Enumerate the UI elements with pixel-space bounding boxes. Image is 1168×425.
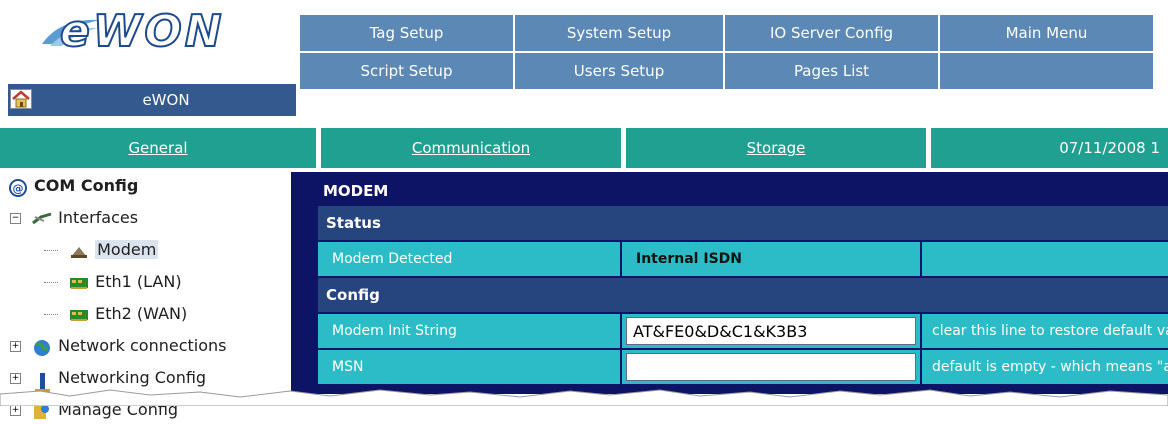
tree-item-eth2[interactable]: Eth2 (WAN) [44, 304, 187, 323]
msn-note: default is empty - which means "al [922, 350, 1168, 384]
tree-item-eth1-label: Eth1 (LAN) [95, 272, 182, 291]
tree-root-label: COM Config [34, 176, 139, 195]
tree-expand-icon[interactable]: + [10, 405, 21, 416]
menu-io-server-config[interactable]: IO Server Config [725, 15, 940, 53]
menu-empty [940, 53, 1155, 91]
tree-item-modem-label: Modem [95, 240, 159, 259]
tree-item-modem[interactable]: Modem [44, 240, 159, 259]
msn-label: MSN [318, 350, 622, 384]
home-label: eWON [142, 91, 190, 109]
modem-panel: MODEM Status Modem Detected Internal ISD… [291, 172, 1168, 394]
ewon-logo: eWON [59, 5, 225, 58]
network-tower-icon [32, 371, 52, 392]
msn-input[interactable] [626, 353, 916, 381]
modem-icon [69, 243, 89, 259]
tab-general[interactable]: General [0, 128, 316, 168]
modem-init-string-input[interactable] [626, 317, 916, 345]
tree-item-interfaces[interactable]: − Interfaces [10, 208, 138, 227]
tab-row: General Communication Storage 07/11/2008… [0, 128, 1168, 168]
tree-item-network-connections-label: Network connections [58, 336, 227, 355]
tree-expand-icon[interactable]: + [10, 341, 21, 352]
init-string-note: clear this line to restore default va [922, 314, 1168, 348]
tree-item-interfaces-label: Interfaces [58, 208, 139, 227]
tab-storage[interactable]: Storage [626, 128, 926, 168]
tree-expand-icon[interactable]: + [10, 373, 21, 384]
panel-title: MODEM [323, 182, 389, 200]
status-heading: Status [318, 206, 1168, 240]
tree-connector [44, 282, 58, 283]
menu-system-setup[interactable]: System Setup [515, 15, 725, 53]
msn-cell [622, 350, 922, 384]
modem-detected-note [922, 242, 1168, 276]
init-string-label: Modem Init String [318, 314, 622, 348]
ethernet-card-icon [69, 307, 89, 323]
tree-item-eth2-label: Eth2 (WAN) [95, 304, 188, 323]
tree-item-networking-config-label: Networking Config [58, 368, 207, 387]
tab-communication[interactable]: Communication [321, 128, 621, 168]
home-bar[interactable]: eWON [8, 84, 296, 116]
torn-edge-decoration [0, 389, 1168, 406]
tree-collapse-icon[interactable]: − [10, 213, 21, 224]
config-heading: Config [318, 278, 1168, 312]
config-tree: @ COM Config − Interfaces Modem Eth1 (LA… [0, 172, 290, 419]
menu-main-menu[interactable]: Main Menu [940, 15, 1155, 53]
modem-detected-value: Internal ISDN [622, 242, 922, 276]
network-cable-icon [32, 211, 52, 227]
tree-connector [44, 250, 58, 251]
tree-connector [44, 314, 58, 315]
menu-tag-setup[interactable]: Tag Setup [300, 15, 515, 53]
tree-item-network-connections[interactable]: + Network connections [10, 336, 227, 356]
init-string-cell [622, 314, 922, 348]
home-icon[interactable] [10, 89, 32, 109]
at-icon: @ [8, 178, 28, 197]
globe-icon [32, 339, 52, 356]
tree-root[interactable]: @ COM Config [8, 176, 139, 197]
menu-pages-list[interactable]: Pages List [725, 53, 940, 91]
modem-detected-label: Modem Detected [318, 242, 622, 276]
tree-item-networking-config[interactable]: + Networking Config [10, 368, 207, 392]
logo-area: eWON [0, 0, 298, 85]
tree-item-eth1[interactable]: Eth1 (LAN) [44, 272, 182, 291]
menu-script-setup[interactable]: Script Setup [300, 53, 515, 91]
date-display: 07/11/2008 1 [931, 128, 1168, 168]
menu-users-setup[interactable]: Users Setup [515, 53, 725, 91]
ethernet-card-icon [69, 275, 89, 291]
svg-text:@: @ [13, 182, 24, 195]
